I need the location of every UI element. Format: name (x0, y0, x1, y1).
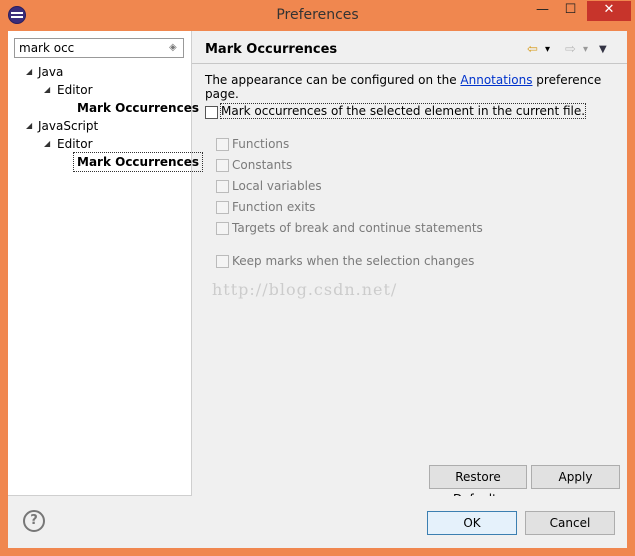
functions-checkbox[interactable] (216, 138, 229, 151)
back-history-dropdown-icon[interactable]: ▾ (545, 41, 550, 59)
title-separator (192, 63, 627, 64)
constants-checkbox[interactable] (216, 159, 229, 172)
forward-history-dropdown-icon[interactable]: ▾ (583, 41, 588, 59)
expanded-twisty-icon[interactable]: ◢ (26, 122, 34, 130)
page-title: Mark Occurrences (205, 42, 338, 57)
watermark-text: http://blog.csdn.net/ (212, 280, 398, 299)
expanded-twisty-icon[interactable]: ◢ (44, 86, 52, 94)
restore-defaults-button[interactable]: Restore Defaults (429, 465, 527, 506)
cancel-button[interactable]: Cancel (525, 511, 615, 535)
tree-item-label: Mark Occurrences (77, 155, 199, 169)
tree-item-label: JavaScript (38, 119, 99, 133)
tree-item-java-mark-occurrences[interactable]: Mark Occurrences (77, 99, 199, 117)
help-icon[interactable]: ? (23, 510, 45, 532)
ok-button[interactable]: OK (427, 511, 517, 535)
minimize-button[interactable]: — (530, 1, 555, 21)
preferences-window: Preferences — ☐ ✕ mark occ ◈ ◢ Java ◢ Ed… (0, 0, 635, 556)
function-exits-label: Function exits (232, 200, 316, 214)
apply-button[interactable]: Apply (531, 465, 620, 489)
back-arrow-icon[interactable]: ⇦ (527, 41, 538, 59)
mark-occurrences-checkbox[interactable] (205, 106, 218, 119)
dialog-button-bar: ? OK Cancel (8, 496, 627, 548)
keep-marks-checkbox[interactable] (216, 255, 229, 268)
constants-label: Constants (232, 158, 293, 172)
view-menu-icon[interactable]: ▼ (599, 41, 607, 59)
mark-occurrences-label[interactable]: Mark occurrences of the selected element… (219, 103, 587, 119)
function-exits-checkbox[interactable] (216, 201, 229, 214)
preference-tree-panel: mark occ ◈ ◢ Java ◢ Editor Mark Occurren… (8, 31, 203, 496)
expanded-twisty-icon[interactable]: ◢ (44, 140, 52, 148)
preference-page: Mark Occurrences ⇦ ▾ ⇨ ▾ ▼ The appearanc… (192, 31, 627, 506)
local-variables-checkbox[interactable] (216, 180, 229, 193)
functions-label: Functions (232, 137, 290, 151)
close-button[interactable]: ✕ (587, 1, 631, 21)
page-description: The appearance can be configured on the … (205, 73, 627, 101)
local-variables-label: Local variables (232, 179, 322, 193)
description-text: The appearance can be configured on the (205, 73, 461, 87)
tree-item-label: Java (38, 65, 64, 79)
title-bar[interactable]: Preferences — ☐ ✕ (0, 0, 635, 32)
maximize-button[interactable]: ☐ (558, 1, 583, 21)
page-navigation: ⇦ ▾ ⇨ ▾ ▼ (527, 41, 617, 59)
break-continue-targets-label: Targets of break and continue statements (232, 221, 483, 235)
tree-item-label: Editor (57, 137, 93, 151)
tree-item-label: Mark Occurrences (77, 101, 199, 115)
tree-item-javascript-mark-occurrences[interactable]: Mark Occurrences (73, 152, 203, 172)
eraser-icon[interactable]: ◈ (169, 42, 179, 53)
keep-marks-label: Keep marks when the selection changes (232, 254, 475, 268)
expanded-twisty-icon[interactable]: ◢ (26, 68, 34, 76)
break-continue-targets-checkbox[interactable] (216, 222, 229, 235)
forward-arrow-icon[interactable]: ⇨ (565, 41, 576, 59)
filter-value: mark occ (19, 41, 75, 55)
annotations-link[interactable]: Annotations (460, 73, 532, 87)
tree-item-label: Editor (57, 83, 93, 97)
filter-input[interactable]: mark occ ◈ (14, 38, 184, 58)
